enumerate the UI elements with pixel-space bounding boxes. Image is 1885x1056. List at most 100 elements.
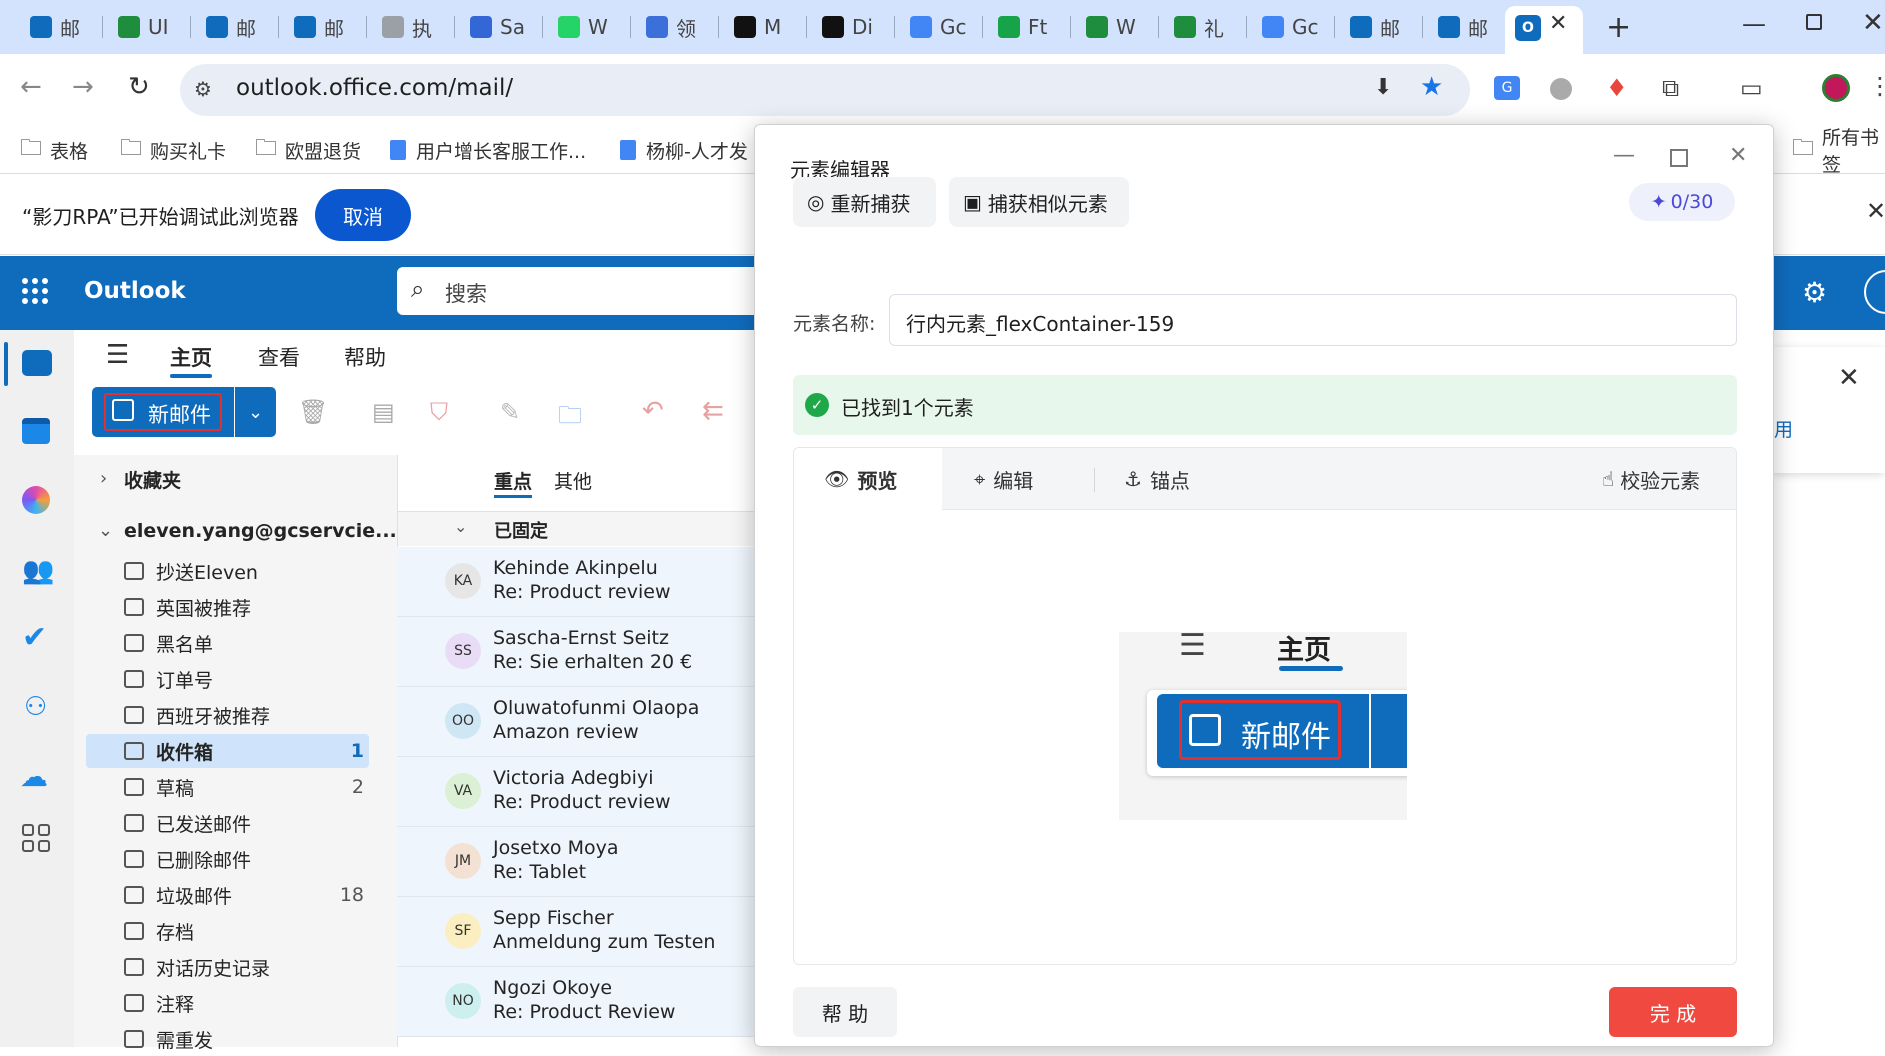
pinned-chevron-down-icon[interactable]: ⌄ <box>454 517 467 536</box>
bookmark-folder[interactable]: 🗀 表格 <box>20 134 88 166</box>
bookmark-star-icon[interactable]: ★ <box>1420 72 1443 102</box>
infobar-close-icon[interactable]: ✕ <box>1866 197 1885 225</box>
element-name-value[interactable]: 行内元素_flexContainer-159 <box>906 308 1174 337</box>
message-item[interactable]: SF Sepp Fischer Anmeldung zum Testen <box>397 897 757 967</box>
mail-icon[interactable] <box>22 350 52 376</box>
browser-tab[interactable]: 领 <box>634 8 718 46</box>
org-icon[interactable]: ⚇ <box>24 692 47 722</box>
folder-item[interactable]: 注释 <box>124 986 364 1020</box>
close-window-icon[interactable]: ✕ <box>1862 8 1884 38</box>
sweep-icon[interactable]: ✎ <box>500 398 520 426</box>
account-header[interactable]: eleven.yang@gcservcie... <box>124 520 397 542</box>
new-tab-icon[interactable]: + <box>1606 10 1631 45</box>
bookmark-folder[interactable]: 🗀 购买礼卡 <box>120 134 226 166</box>
translate-extension-icon[interactable]: G <box>1494 76 1520 100</box>
message-item[interactable]: JM Josetxo Moya Re: Tablet <box>397 827 757 897</box>
bookmark-doc[interactable]: 杨柳-人才发 <box>620 134 748 166</box>
close-tab-icon[interactable]: ✕ <box>1549 11 1567 36</box>
chevron-right-icon[interactable]: › <box>100 468 107 489</box>
recapture-button[interactable]: ◎ 重新捕获 <box>793 177 936 227</box>
reload-icon[interactable]: ↻ <box>128 72 150 102</box>
folder-item[interactable]: 存档 <box>124 914 364 948</box>
rpa-extension-icon[interactable]: ♦ <box>1606 74 1628 102</box>
browser-tab[interactable]: UI <box>106 8 190 46</box>
dialog-minimize-icon[interactable]: — <box>1613 143 1635 168</box>
folder-item[interactable]: 黑名单 <box>124 626 364 660</box>
move-to-icon[interactable]: 🗀 <box>558 398 582 439</box>
focused-tab[interactable]: 重点 <box>494 467 532 494</box>
folder-item[interactable]: 西班牙被推荐 <box>124 698 364 732</box>
popover-link[interactable]: 用 <box>1774 415 1793 442</box>
popover-close-icon[interactable]: ✕ <box>1838 363 1860 393</box>
folder-item[interactable]: 订单号 <box>124 662 364 696</box>
message-item[interactable]: NO Ngozi Okoye Re: Product Review <box>397 967 757 1037</box>
folder-item[interactable]: 草稿 2 <box>124 770 364 804</box>
menu-icon[interactable]: ⋮ <box>1868 72 1885 100</box>
folder-item[interactable]: 需重发 <box>124 1022 364 1056</box>
tab-anchor[interactable]: ⚓ 锚点 <box>1124 448 1190 510</box>
pinned-header[interactable]: 已固定 <box>494 517 548 543</box>
dialog-maximize-icon[interactable] <box>1670 149 1688 167</box>
done-button[interactable]: 完 成 <box>1609 987 1737 1037</box>
account-avatar[interactable] <box>1864 270 1885 314</box>
app-launcher-icon[interactable] <box>22 278 48 304</box>
more-apps-icon[interactable] <box>22 824 50 852</box>
site-info-icon[interactable]: ⚙ <box>194 77 212 101</box>
profile-avatar[interactable] <box>1822 74 1850 102</box>
folder-item[interactable]: 已删除邮件 <box>124 842 364 876</box>
browser-tab[interactable]: 邮 <box>282 8 366 46</box>
browser-tab[interactable]: 邮 <box>18 8 102 46</box>
app-title[interactable]: Outlook <box>84 278 186 304</box>
ai-quota-badge[interactable]: ✦ 0/30 <box>1629 183 1735 221</box>
restore-window-icon[interactable] <box>1806 14 1822 30</box>
browser-tab[interactable]: Gc <box>898 8 982 46</box>
side-panel-icon[interactable]: ▭ <box>1740 74 1763 102</box>
other-tab[interactable]: 其他 <box>554 467 592 494</box>
browser-tab[interactable]: Gc <box>1250 8 1334 46</box>
browser-tab[interactable]: 邮 <box>194 8 278 46</box>
browser-tab[interactable]: Sa <box>458 8 542 46</box>
tab-help[interactable]: 帮助 <box>344 342 386 372</box>
install-app-icon[interactable]: ⬇ <box>1374 75 1392 100</box>
bookmark-doc[interactable]: 用户增长客服工作... <box>390 134 586 166</box>
todo-icon[interactable]: ✔ <box>22 620 47 655</box>
bookmark-folder[interactable]: 🗀 欧盟退货 <box>255 134 361 166</box>
chevron-down-icon[interactable]: ⌄ <box>98 520 113 541</box>
calendar-icon[interactable] <box>22 418 50 444</box>
browser-tab[interactable]: W <box>1074 8 1158 46</box>
browser-tab[interactable]: 邮 <box>1338 8 1422 46</box>
report-icon[interactable]: ⛉ <box>430 398 448 426</box>
browser-tab[interactable]: 执 <box>370 8 454 46</box>
new-mail-dropdown-chevron-icon[interactable]: ⌄ <box>235 387 276 437</box>
element-name-input[interactable]: 行内元素_flexContainer-159 <box>889 294 1737 346</box>
all-bookmarks[interactable]: 🗀 所有书签 <box>1792 127 1885 176</box>
active-tab[interactable]: O ✕ <box>1505 6 1583 54</box>
hamburger-menu-icon[interactable]: ☰ <box>106 340 129 370</box>
capture-similar-button[interactable]: ▣ 捕获相似元素 <box>949 177 1129 227</box>
reply-icon[interactable]: ↶ <box>642 396 664 426</box>
message-item[interactable]: SS Sascha-Ernst Seitz Re: Sie erhalten 20 … <box>397 617 757 687</box>
tab-edit[interactable]: ⌖ 编辑 <box>974 448 1033 510</box>
folder-item[interactable]: 对话历史记录 <box>124 950 364 984</box>
browser-tab[interactable]: 礼 <box>1162 8 1246 46</box>
minimize-window-icon[interactable]: — <box>1742 10 1766 38</box>
folder-item[interactable]: 英国被推荐 <box>124 590 364 624</box>
validate-element-button[interactable]: ☝ 校验元素 <box>1602 448 1700 510</box>
reply-all-icon[interactable]: ⇇ <box>702 396 724 426</box>
forward-icon[interactable]: → <box>72 72 94 102</box>
message-item[interactable]: OO Oluwatofunmi Olaopa Amazon review <box>397 687 757 757</box>
extension-icon[interactable] <box>1550 78 1572 100</box>
extensions-puzzle-icon[interactable]: ⧉ <box>1662 74 1679 102</box>
infobar-cancel-button[interactable]: 取消 <box>315 189 411 241</box>
dialog-close-icon[interactable]: ✕ <box>1729 143 1747 168</box>
back-icon[interactable]: ← <box>20 72 42 102</box>
tab-view[interactable]: 查看 <box>258 342 300 372</box>
delete-icon[interactable]: 🗑 <box>298 398 328 426</box>
people-icon[interactable]: 👥 <box>22 556 54 586</box>
settings-gear-icon[interactable]: ⚙ <box>1802 276 1827 309</box>
archive-icon[interactable]: ▤ <box>372 398 395 426</box>
search-box[interactable]: ⌕ 搜索 <box>397 267 777 315</box>
url-text[interactable]: outlook.office.com/mail/ <box>236 75 513 101</box>
folder-item[interactable]: 抄送Eleven <box>124 554 364 588</box>
message-item[interactable]: VA Victoria Adegbiyi Re: Product review <box>397 757 757 827</box>
